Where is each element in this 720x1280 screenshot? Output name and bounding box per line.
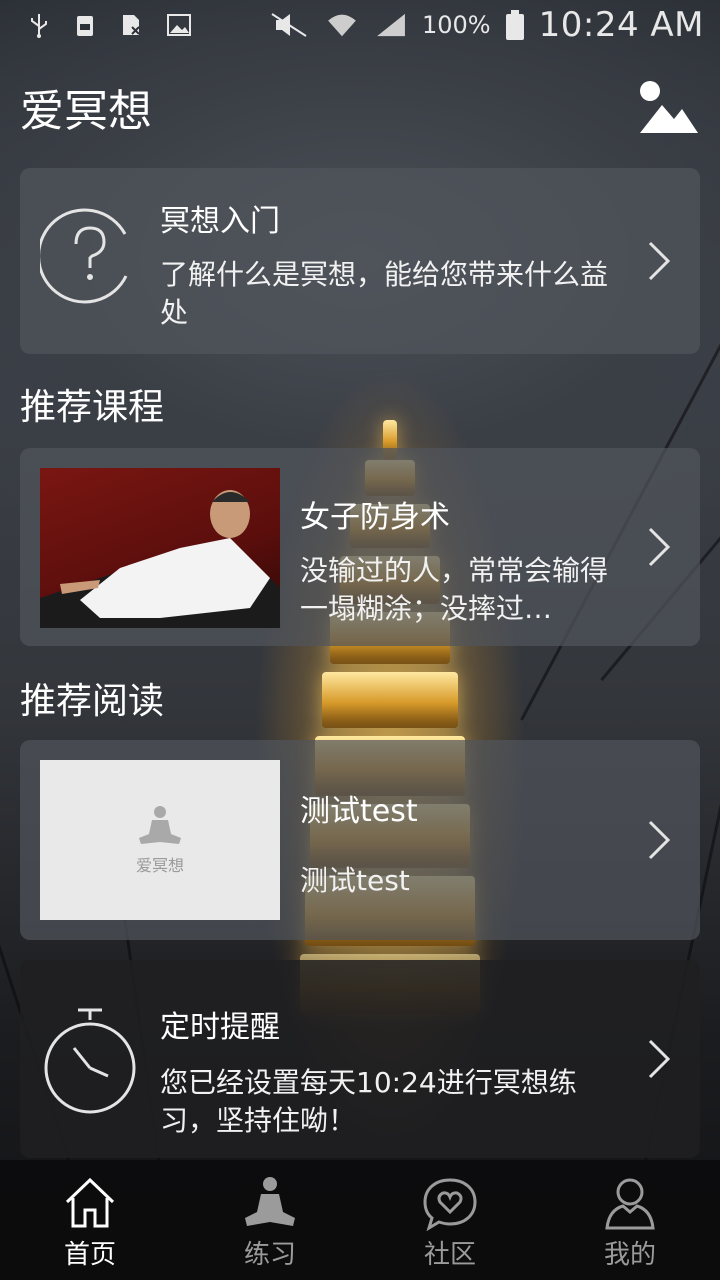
clock: 10:24 AM — [538, 5, 704, 45]
reminder-title: 定时提醒 — [160, 1010, 280, 1045]
home-icon — [65, 1177, 115, 1228]
nav-community[interactable]: 社区 — [360, 1160, 540, 1280]
nav-practice[interactable]: 练习 — [180, 1160, 360, 1280]
nav-home[interactable]: 首页 — [0, 1160, 180, 1280]
nav-profile[interactable]: 我的 — [540, 1160, 720, 1280]
section-title-reading: 推荐阅读 — [20, 681, 165, 722]
page-title: 爱冥想 — [20, 86, 152, 137]
meditation-icon — [245, 1177, 295, 1226]
app-header: 爱冥想 — [20, 62, 700, 152]
chevron-right-icon — [648, 1039, 671, 1079]
wifi-icon — [328, 14, 356, 37]
storage-icon — [77, 16, 93, 36]
intro-description: 了解什么是冥想，能给您带来什么益处 — [160, 258, 609, 329]
chevron-right-icon — [648, 241, 671, 281]
meditation-intro-card[interactable]: 冥想入门 了解什么是冥想，能给您带来什么益处 — [20, 168, 700, 354]
thumbnail-logo-text: 爱冥想 — [135, 856, 184, 875]
reading-thumbnail: 爱冥想 — [40, 760, 280, 920]
course-card[interactable]: 女子防身术 没输过的人，常常会输得一塌糊涂；没摔过… — [20, 448, 700, 646]
background-image-icon — [640, 81, 698, 133]
nav-label-practice: 练习 — [243, 1240, 296, 1270]
chevron-right-icon — [648, 820, 671, 860]
intro-title: 冥想入门 — [160, 204, 280, 239]
course-title: 女子防身术 — [300, 500, 450, 535]
chat-heart-icon — [423, 1178, 477, 1232]
course-description: 没输过的人，常常会输得一塌糊涂；没摔过… — [300, 554, 609, 625]
bottom-navigation: 首页 练习 社区 我的 — [0, 1160, 720, 1280]
reading-title: 测试test — [300, 794, 418, 829]
mute-icon — [271, 13, 307, 37]
signal-icon — [377, 13, 405, 37]
battery-icon — [505, 10, 524, 40]
nav-label-profile: 我的 — [603, 1240, 656, 1270]
question-icon — [40, 208, 128, 304]
course-thumbnail — [40, 468, 280, 628]
sim-card-icon — [123, 15, 140, 35]
nav-label-home: 首页 — [63, 1240, 116, 1270]
battery-percent: 100% — [421, 11, 491, 39]
reading-description: 测试test — [300, 864, 410, 897]
reminder-description: 您已经设置每天10:24进行冥想练习，坚持住呦！ — [160, 1066, 577, 1137]
profile-icon — [605, 1178, 655, 1230]
image-notification-icon — [167, 14, 191, 36]
meditation-logo-icon — [139, 806, 181, 844]
nav-label-community: 社区 — [423, 1240, 476, 1270]
status-bar: 100% 10:24 AM — [0, 0, 720, 50]
change-background-button[interactable] — [636, 75, 700, 139]
stopwatch-icon — [44, 1008, 136, 1114]
usb-icon — [31, 14, 47, 38]
section-title-courses: 推荐课程 — [20, 387, 165, 428]
chevron-right-icon — [648, 527, 671, 567]
reminder-card[interactable]: 定时提醒 您已经设置每天10:24进行冥想练习，坚持住呦！ — [20, 960, 700, 1158]
reading-card[interactable]: 爱冥想 测试test 测试test — [20, 740, 700, 940]
